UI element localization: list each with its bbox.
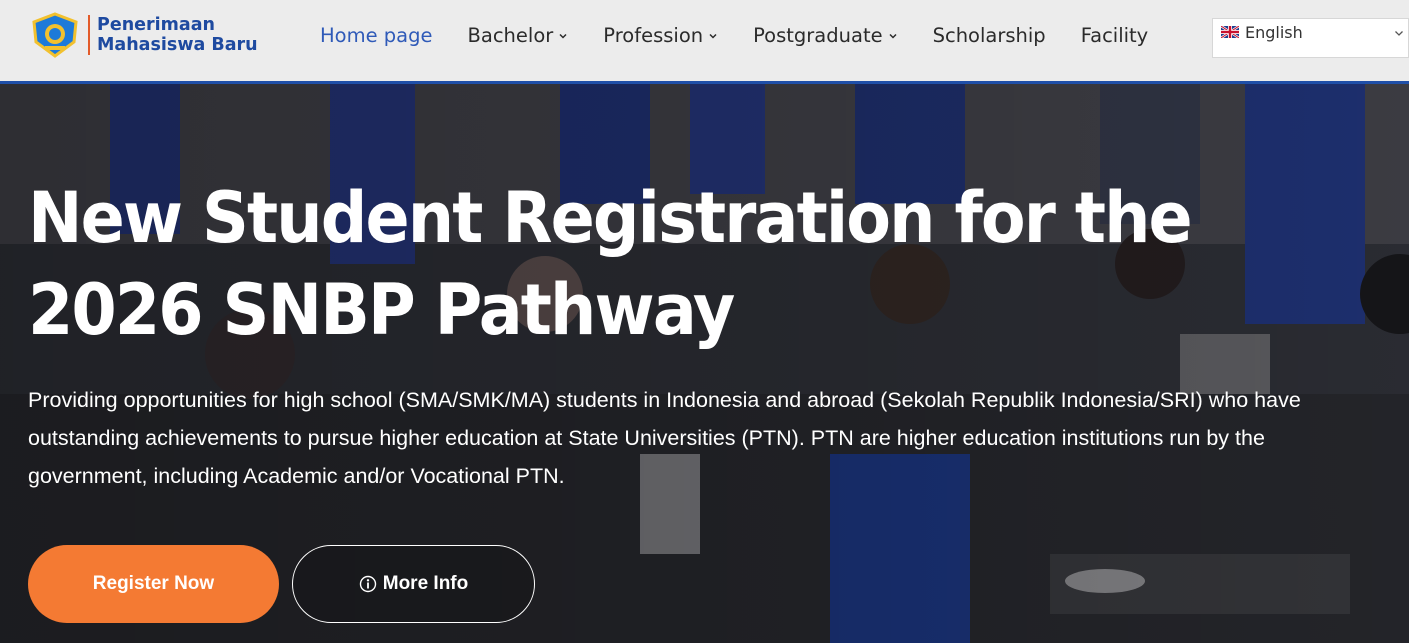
hero-title-line2: 2026 SNBP Pathway <box>28 269 735 351</box>
chevron-down-icon <box>889 33 897 39</box>
nav-label: Postgraduate <box>753 23 883 47</box>
more-info-button[interactable]: More Info <box>292 545 535 623</box>
nav-label: Profession <box>603 23 704 47</box>
nav-item-bachelor[interactable]: Bachelor <box>468 24 569 47</box>
nav-item-scholarship[interactable]: Scholarship <box>933 24 1046 47</box>
main-nav: Home page Bachelor Profession Postgradua… <box>320 0 1183 70</box>
hero-title-line1: New Student Registration for the <box>28 177 1193 259</box>
site-logo[interactable]: Penerimaan Mahasiswa Baru <box>30 12 258 58</box>
nav-item-profession[interactable]: Profession <box>603 24 718 47</box>
language-label: English <box>1245 23 1303 42</box>
nav-label: Facility <box>1080 23 1149 47</box>
uk-flag-icon <box>1221 26 1239 38</box>
hero-description: Providing opportunities for high school … <box>28 388 1301 488</box>
nav-item-home[interactable]: Home page <box>320 24 433 47</box>
info-icon <box>359 575 376 593</box>
chevron-down-icon <box>559 33 567 39</box>
nav-item-postgraduate[interactable]: Postgraduate <box>753 24 897 47</box>
register-now-button[interactable]: Register Now <box>28 545 279 623</box>
nav-label: Scholarship <box>932 23 1046 47</box>
nav-label: Bachelor <box>467 23 554 47</box>
nav-item-facility[interactable]: Facility <box>1081 24 1149 47</box>
more-info-label: More Info <box>382 573 469 594</box>
hero-section: New Student Registration for the 2026 SN… <box>0 84 1409 643</box>
site-header: Penerimaan Mahasiswa Baru Home page Bach… <box>0 0 1409 84</box>
chevron-down-icon <box>1395 31 1403 36</box>
logo-text: Penerimaan Mahasiswa Baru <box>97 15 258 55</box>
logo-line1: Penerimaan <box>97 15 215 35</box>
chevron-down-icon <box>709 33 717 39</box>
hero-title: New Student Registration for the 2026 SN… <box>28 172 1200 356</box>
logo-line2: Mahasiswa Baru <box>97 35 258 55</box>
logo-divider <box>88 15 90 55</box>
nav-label: Home page <box>320 23 433 47</box>
language-select[interactable]: English <box>1212 18 1409 58</box>
university-emblem-icon <box>32 12 78 58</box>
register-now-label: Register Now <box>92 573 215 594</box>
